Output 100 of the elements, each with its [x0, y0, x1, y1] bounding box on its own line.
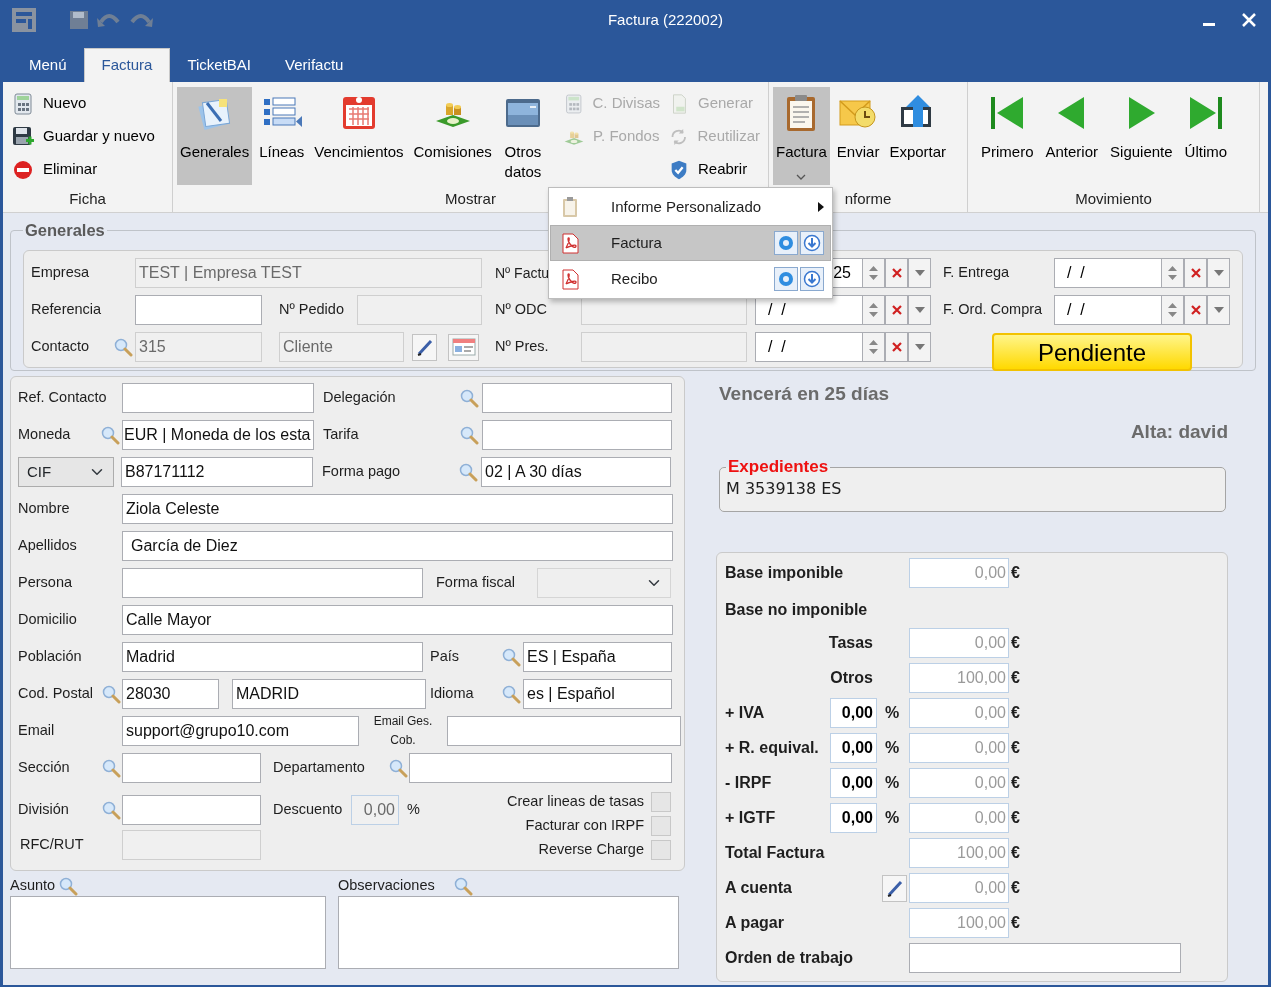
text-field[interactable]: [122, 753, 261, 783]
checkbox[interactable]: [651, 792, 671, 812]
status-button[interactable]: Pendiente: [992, 333, 1192, 371]
clear-button[interactable]: [885, 258, 908, 288]
text-field[interactable]: 02 | A 30 días: [481, 457, 671, 487]
settings-button[interactable]: [774, 231, 798, 255]
ribbon-tab[interactable]: TicketBAI: [170, 48, 269, 82]
text-field[interactable]: es | Español: [523, 679, 672, 709]
date-field[interactable]: / /: [1054, 295, 1161, 325]
menu-item[interactable]: Recibo: [550, 261, 831, 297]
edit-button[interactable]: [882, 874, 907, 902]
text-field[interactable]: [135, 295, 262, 325]
text-field[interactable]: Calle Mayor: [122, 605, 673, 635]
settings-button[interactable]: [774, 267, 798, 291]
dropdown-button[interactable]: [908, 332, 931, 362]
text-field[interactable]: Ziola Celeste: [122, 494, 673, 524]
ribbon-button[interactable]: Vencimientos: [311, 87, 407, 185]
close-icon[interactable]: [1242, 13, 1256, 27]
save-icon[interactable]: [69, 10, 89, 30]
ribbon-button[interactable]: Generales: [177, 87, 253, 185]
menu-item-label[interactable]: Informe Personalizado: [611, 195, 818, 219]
date-field[interactable]: / /: [1054, 258, 1161, 288]
search-icon[interactable]: [500, 647, 521, 667]
ribbon-tab[interactable]: Verifactu: [268, 48, 361, 82]
menu-item[interactable]: Informe Personalizado: [550, 189, 831, 225]
ribbon-button[interactable]: Comisiones: [410, 87, 495, 185]
ribbon-button[interactable]: Enviar: [833, 87, 883, 185]
search-icon[interactable]: [387, 758, 408, 778]
rate-field[interactable]: 0,00: [830, 803, 877, 833]
text-field[interactable]: MADRID: [232, 679, 426, 709]
ribbon-button[interactable]: Primero: [978, 87, 1037, 185]
ribbon-button[interactable]: Líneas: [256, 87, 308, 185]
text-field[interactable]: [122, 383, 314, 413]
dropdown-button[interactable]: [1207, 258, 1230, 288]
search-icon[interactable]: [99, 425, 120, 445]
ribbon-button[interactable]: Último: [1181, 87, 1231, 185]
spinner-button[interactable]: [1161, 258, 1184, 288]
ribbon-button[interactable]: Nuevo: [7, 87, 168, 120]
document-type-select[interactable]: CIF: [18, 457, 114, 487]
text-field[interactable]: [482, 383, 672, 413]
rate-field[interactable]: 0,00: [830, 733, 877, 763]
spinner-button[interactable]: [862, 295, 885, 325]
text-field[interactable]: [482, 420, 672, 450]
ribbon-button[interactable]: Factura: [773, 87, 830, 185]
text-field[interactable]: B87171112: [121, 457, 313, 487]
menu-item-label[interactable]: Recibo: [611, 267, 772, 291]
clear-button[interactable]: [885, 332, 908, 362]
checkbox[interactable]: [651, 816, 671, 836]
search-icon[interactable]: [459, 388, 479, 408]
search-icon[interactable]: [100, 758, 121, 778]
spinner-button[interactable]: [862, 332, 885, 362]
clear-button[interactable]: [1184, 258, 1207, 288]
search-icon[interactable]: [100, 684, 121, 704]
spinner-button[interactable]: [1161, 295, 1184, 325]
text-field[interactable]: ES | España: [523, 642, 672, 672]
search-icon[interactable]: [500, 684, 521, 704]
total-label: A cuenta: [725, 878, 793, 898]
clear-button[interactable]: [1184, 295, 1207, 325]
search-icon[interactable]: [452, 875, 473, 896]
download-button[interactable]: [800, 267, 824, 291]
ribbon-button[interactable]: Eliminar: [7, 153, 168, 186]
search-icon[interactable]: [58, 875, 79, 896]
dropdown-button[interactable]: [1207, 295, 1230, 325]
text-field[interactable]: [409, 753, 672, 783]
text-field[interactable]: Madrid: [122, 642, 423, 672]
text-area[interactable]: [10, 896, 326, 969]
ribbon-button[interactable]: Siguiente: [1107, 87, 1176, 185]
ribbon-tab[interactable]: Menú: [12, 48, 84, 82]
search-icon[interactable]: [459, 425, 479, 445]
text-field[interactable]: García de Diez: [122, 531, 673, 561]
dropdown-button[interactable]: [908, 295, 931, 325]
ribbon-button[interactable]: Otros datos: [498, 87, 547, 185]
edit-button[interactable]: [412, 333, 437, 361]
ribbon-button[interactable]: Exportar: [886, 87, 950, 185]
text-field[interactable]: [122, 795, 261, 825]
text-field[interactable]: 28030: [122, 679, 219, 709]
text-field[interactable]: [122, 568, 423, 598]
spinner-button[interactable]: [862, 258, 885, 288]
ribbon-tab[interactable]: Factura: [83, 48, 171, 82]
text-field[interactable]: [447, 716, 681, 746]
download-button[interactable]: [800, 231, 824, 255]
dropdown-button[interactable]: [908, 258, 931, 288]
text-field[interactable]: EUR | Moneda de los esta: [122, 420, 314, 450]
card-button[interactable]: [448, 333, 479, 361]
menu-item[interactable]: Factura: [550, 225, 831, 261]
checkbox[interactable]: [651, 840, 671, 860]
rate-field[interactable]: 0,00: [830, 768, 877, 798]
rate-field[interactable]: 0,00: [830, 698, 877, 728]
ribbon-button[interactable]: Reabrir: [664, 153, 764, 186]
search-icon[interactable]: [112, 337, 133, 357]
text-area[interactable]: [338, 896, 679, 969]
text-field[interactable]: support@grupo10.com: [122, 716, 359, 746]
text-field[interactable]: [909, 943, 1181, 973]
menu-item-label[interactable]: Factura: [611, 231, 772, 255]
gear-icon: [777, 270, 795, 288]
search-icon[interactable]: [100, 800, 121, 820]
search-icon[interactable]: [458, 462, 478, 482]
ribbon-button[interactable]: Anterior: [1042, 87, 1102, 185]
ribbon-button[interactable]: Guardar y nuevo: [7, 120, 168, 153]
clear-button[interactable]: [885, 295, 908, 325]
